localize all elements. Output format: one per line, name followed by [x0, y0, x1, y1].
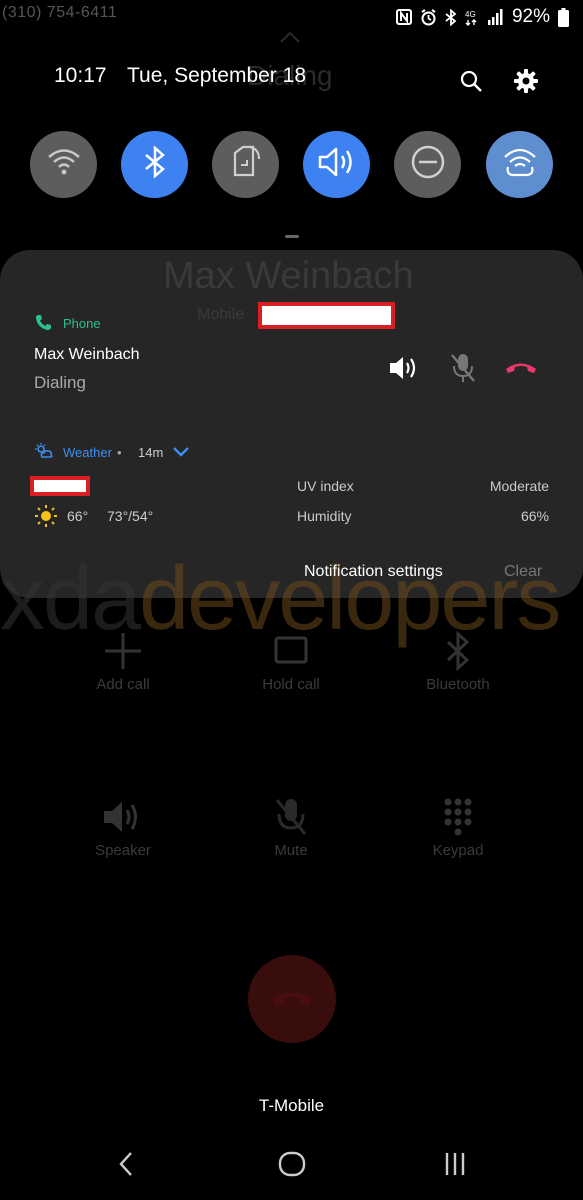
speaker-call-label: Speaker	[95, 842, 151, 859]
do-not-disturb-icon	[410, 144, 446, 185]
clear-button[interactable]: Clear	[504, 563, 542, 581]
call-status: Dialing	[34, 373, 86, 392]
end-call-button[interactable]	[504, 358, 538, 381]
pause-icon	[226, 626, 356, 676]
bluetooth-status-icon	[445, 8, 457, 26]
status-phone-number: (310) 754-6411	[2, 4, 118, 21]
background-contact-name: Max Weinbach	[163, 255, 414, 297]
add-icon	[58, 626, 188, 676]
speaker-call-button[interactable]: Speaker	[58, 792, 188, 859]
status-icons: 4G 92%	[395, 6, 569, 28]
humidity-value: 66%	[520, 508, 549, 524]
add-call-label: Add call	[96, 676, 150, 693]
back-button[interactable]	[106, 1150, 146, 1182]
hold-call-label: Hold call	[262, 676, 320, 693]
panel-clock[interactable]: 10:17	[54, 64, 107, 88]
hotspot-icon	[500, 145, 540, 184]
end-call-icon	[504, 363, 538, 380]
auto-rotate-toggle[interactable]	[212, 131, 279, 198]
hold-call-button[interactable]: Hold call	[226, 626, 356, 693]
panel-date[interactable]: Tue, September 18	[127, 64, 306, 88]
wifi-icon	[47, 147, 81, 182]
redacted-number-box	[258, 302, 395, 329]
uv-index-label: UV index	[297, 478, 354, 494]
keypad-call-button[interactable]: Keypad	[393, 792, 523, 859]
background-end-call-button[interactable]	[248, 955, 336, 1043]
battery-icon	[558, 7, 569, 27]
mute-mic-icon	[450, 354, 476, 388]
home-button[interactable]	[272, 1150, 312, 1182]
weather-current-temp: 66°	[67, 508, 89, 524]
nfc-icon	[395, 9, 412, 25]
settings-gear-icon[interactable]	[511, 66, 541, 96]
sound-toggle[interactable]	[303, 131, 370, 198]
humidity-label: Humidity	[297, 508, 352, 524]
background-contact-type: Mobile	[197, 306, 245, 323]
notification-settings-button[interactable]: Notification settings	[304, 563, 443, 581]
search-icon[interactable]	[456, 66, 486, 96]
call-contact-name[interactable]: Max Weinbach	[34, 346, 140, 364]
sun-icon	[35, 505, 57, 532]
weather-app-label: Weather	[63, 445, 112, 460]
weather-temp-range: 73°/54°	[107, 508, 154, 524]
phone-app-icon	[35, 314, 52, 336]
volume-icon	[317, 146, 357, 183]
phone-app-label: Phone	[63, 316, 101, 331]
mute-call-icon	[226, 792, 356, 842]
speaker-button[interactable]	[388, 354, 420, 387]
svg-text:4G: 4G	[465, 10, 476, 19]
back-icon	[118, 1151, 134, 1182]
speaker-call-icon	[58, 792, 188, 842]
rotate-lock-icon	[231, 145, 261, 184]
carrier-label: T-Mobile	[258, 1096, 325, 1115]
recents-button[interactable]	[435, 1150, 475, 1182]
collapse-chevron-icon[interactable]	[279, 30, 301, 44]
recents-icon	[444, 1151, 466, 1182]
separator-dot: •	[117, 445, 122, 460]
add-call-button[interactable]: Add call	[58, 626, 188, 693]
uv-index-value: Moderate	[489, 478, 549, 494]
keypad-icon	[393, 792, 523, 842]
panel-drag-handle[interactable]	[285, 235, 299, 238]
battery-percent: 92%	[511, 6, 550, 27]
expand-chevron-icon[interactable]	[172, 445, 190, 463]
redacted-location-box	[30, 476, 90, 496]
do-not-disturb-toggle[interactable]	[394, 131, 461, 198]
bluetooth-call-label: Bluetooth	[426, 676, 490, 693]
bluetooth-toggle[interactable]	[121, 131, 188, 198]
volte-icon: 4G	[465, 9, 479, 26]
bluetooth-icon	[144, 145, 166, 183]
signal-icon	[487, 9, 504, 25]
wifi-toggle[interactable]	[30, 131, 97, 198]
bluetooth-call-button[interactable]: Bluetooth	[393, 626, 523, 693]
mute-call-button[interactable]: Mute	[226, 792, 356, 859]
alarm-icon	[420, 8, 437, 26]
speaker-icon	[388, 357, 420, 386]
home-icon	[278, 1151, 306, 1182]
mute-call-label: Mute	[274, 842, 308, 859]
mobile-hotspot-toggle[interactable]	[486, 131, 553, 198]
keypad-call-label: Keypad	[432, 842, 484, 859]
weather-time-ago: 14m	[138, 445, 164, 460]
background-end-call-icon	[270, 986, 314, 1013]
bluetooth-call-icon	[393, 626, 523, 676]
mute-button[interactable]	[450, 352, 476, 389]
weather-app-icon	[34, 442, 54, 465]
